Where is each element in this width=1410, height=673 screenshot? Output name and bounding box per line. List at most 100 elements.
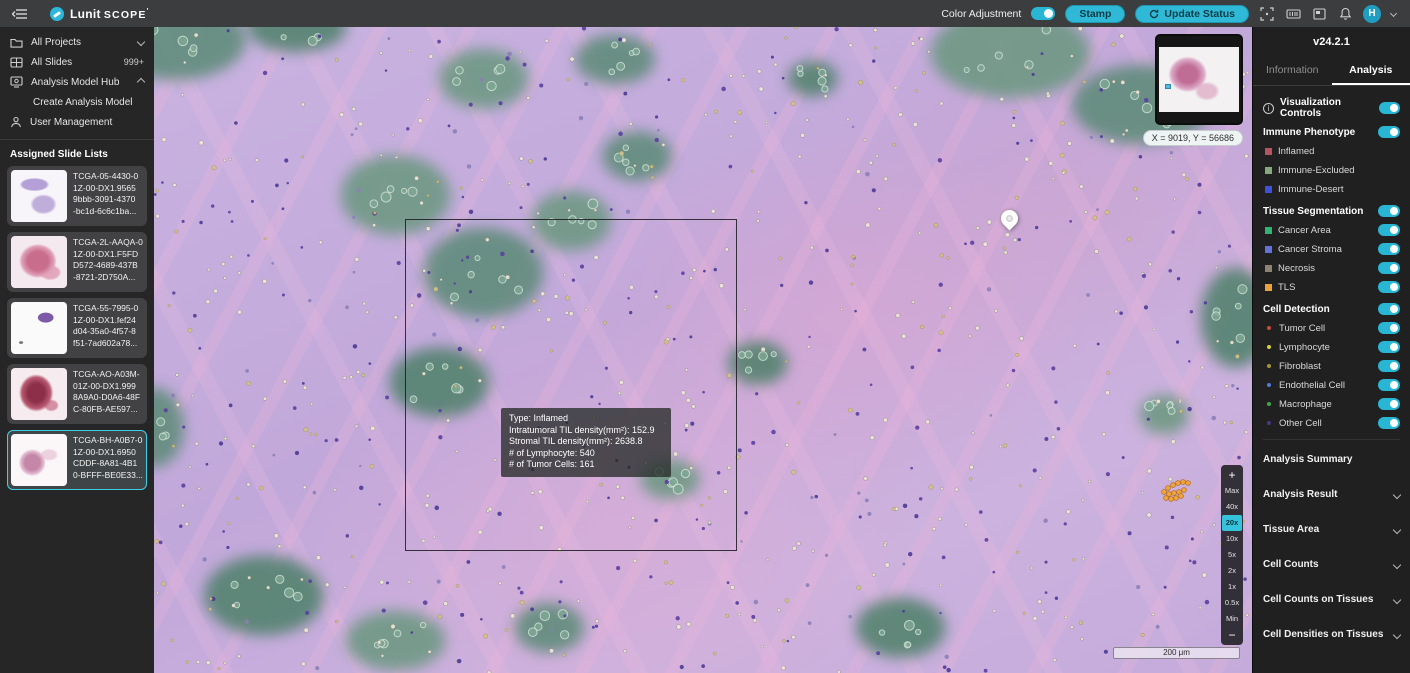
scale-bar: 200 μm [1113,647,1240,659]
color-dot [1267,326,1271,330]
color-swatch [1265,148,1272,155]
chevron-down-icon [1393,560,1401,568]
top-bar: LunitSCOPE' Color Adjustment Stamp Updat… [0,0,1410,27]
zoom-controls: + Max 40x 20x 10x 5x 2x 1x 0.5x Min − [1221,465,1243,645]
sidebar-item-all-slides[interactable]: All Slides 999+ [0,52,154,72]
nav-label: All Projects [31,37,81,48]
zoom-out-button[interactable]: − [1222,627,1242,643]
tooltip-line: Stromal TIL density(mm²): 2638.8 [509,436,663,448]
zoom-level-05x[interactable]: 0.5x [1222,595,1242,611]
section-analysis-summary[interactable]: Analysis Summary [1253,442,1410,477]
tissue-row-cancer-area: Cancer Area [1263,223,1400,237]
stamp-button[interactable]: Stamp [1065,5,1125,23]
section-cell-densities-on-tissues[interactable]: Cell Densities on Tissues [1253,617,1410,652]
slide-thumbnail [11,302,67,354]
visualization-controls-toggle[interactable] [1379,102,1400,114]
tissue-segmentation-row: Tissue Segmentation [1263,204,1400,218]
legend-row-immune-desert: Immune-Desert [1263,182,1400,196]
chevron-up-icon [137,78,145,86]
app-logo: LunitSCOPE' [50,7,149,21]
chevron-down-icon [137,38,145,46]
endothelial-cell-toggle[interactable] [1378,379,1400,391]
tls-toggle[interactable] [1378,281,1400,293]
necrosis-toggle[interactable] [1378,262,1400,274]
color-adjustment-toggle[interactable] [1031,7,1055,20]
panel-layout-icon[interactable] [1311,6,1327,22]
macrophage-toggle[interactable] [1378,398,1400,410]
slide-minimap[interactable] [1155,34,1243,125]
model-hub-icon [10,76,23,88]
slide-id: TCGA-2L-AAQA-01Z-00-DX1.F5FDD572-4689-43… [70,233,146,291]
sidebar-item-all-projects[interactable]: All Projects [0,32,154,52]
fullscreen-scan-icon[interactable] [1259,6,1275,22]
tissue-row-cancer-stroma: Cancer Stroma [1263,242,1400,256]
slide-list-item[interactable]: TCGA-AO-A03M-01Z-00-DX1.9998A9A0-D0A6-48… [7,364,147,424]
update-status-button[interactable]: Update Status [1135,5,1249,23]
app-name-secondary: SCOPE [104,9,147,21]
color-swatch [1265,246,1272,253]
zoom-level-10x[interactable]: 10x [1222,531,1242,547]
immune-phenotype-row: Immune Phenotype [1263,125,1400,139]
tissue-row-necrosis: Necrosis [1263,261,1400,275]
tumor-cell-toggle[interactable] [1378,322,1400,334]
user-avatar[interactable]: H [1363,5,1381,23]
tooltip-line: Intratumoral TIL density(mm²): 152.9 [509,425,663,437]
fibroblast-toggle[interactable] [1378,360,1400,372]
slide-list-item-selected[interactable]: TCGA-BH-A0B7-01Z-00-DX1.6950CDDF-8A81-4B… [7,430,147,490]
color-dot [1267,364,1271,368]
zoom-level-5x[interactable]: 5x [1222,547,1242,563]
app-version: v24.2.1 [1253,27,1410,58]
tooltip-line: # of Tumor Cells: 161 [509,459,663,471]
slide-id: TCGA-05-4430-01Z-00-DX1.95659bbb-3091-43… [70,167,141,225]
immune-phenotype-toggle[interactable] [1378,126,1400,138]
slide-list-item[interactable]: TCGA-05-4430-01Z-00-DX1.95659bbb-3091-43… [7,166,147,226]
sidebar-collapse-icon[interactable] [12,8,28,20]
color-swatch [1265,227,1272,234]
legend-row-inflamed: Inflamed [1263,144,1400,158]
cancer-stroma-toggle[interactable] [1378,243,1400,255]
zoom-level-1x[interactable]: 1x [1222,579,1242,595]
left-sidebar: All Projects All Slides 999+ Analysis Mo… [0,27,154,673]
section-analysis-result[interactable]: Analysis Result [1253,477,1410,512]
color-dot [1267,402,1271,406]
cancer-area-toggle[interactable] [1378,224,1400,236]
assigned-slide-lists-header: Assigned Slide Lists [0,140,154,166]
zoom-level-max[interactable]: Max [1222,483,1242,499]
tab-information[interactable]: Information [1253,58,1332,85]
lymphocyte-toggle[interactable] [1378,341,1400,353]
color-swatch [1265,284,1272,291]
zoom-level-20x-active[interactable]: 20x [1222,515,1242,531]
section-tissue-area[interactable]: Tissue Area [1253,512,1410,547]
folder-icon [10,37,23,48]
tab-analysis[interactable]: Analysis [1332,58,1410,85]
region-selection-rectangle[interactable] [405,219,737,551]
sidebar-item-user-management[interactable]: User Management [0,112,154,132]
cell-row-other-cell: Other Cell [1263,416,1400,430]
color-swatch [1265,265,1272,272]
zoom-level-min[interactable]: Min [1222,611,1242,627]
section-cell-counts-on-tissues[interactable]: Cell Counts on Tissues [1253,582,1410,617]
nav-label: Create Analysis Model [33,97,133,108]
user-menu-chevron-down-icon[interactable] [1390,10,1397,17]
minimap-viewport-indicator [1165,84,1171,89]
label-barcode-icon[interactable] [1285,6,1301,22]
tissue-row-tls: TLS [1263,280,1400,294]
notifications-bell-icon[interactable] [1337,6,1353,22]
slide-thumbnail [11,236,67,288]
section-cell-counts[interactable]: Cell Counts [1253,547,1410,582]
tissue-segmentation-toggle[interactable] [1378,205,1400,217]
nav-label: Analysis Model Hub [31,77,119,88]
slide-viewer-canvas[interactable]: Type: Inflamed Intratumoral TIL density(… [154,27,1252,673]
slide-id: TCGA-AO-A03M-01Z-00-DX1.9998A9A0-D0A6-48… [70,365,143,423]
sidebar-item-analysis-model-hub[interactable]: Analysis Model Hub [0,72,154,92]
slide-list-item[interactable]: TCGA-2L-AAQA-01Z-00-DX1.F5FDD572-4689-43… [7,232,147,292]
zoom-level-40x[interactable]: 40x [1222,499,1242,515]
nav-label: All Slides [31,57,72,68]
sidebar-item-create-analysis-model[interactable]: Create Analysis Model [0,92,154,112]
other-cell-toggle[interactable] [1378,417,1400,429]
slide-list-item[interactable]: TCGA-55-7995-01Z-00-DX1.fef24d04-35a0-4f… [7,298,147,358]
cell-detection-toggle[interactable] [1378,303,1400,315]
zoom-in-button[interactable]: + [1222,467,1242,483]
tooltip-line: Type: Inflamed [509,413,663,425]
zoom-level-2x[interactable]: 2x [1222,563,1242,579]
